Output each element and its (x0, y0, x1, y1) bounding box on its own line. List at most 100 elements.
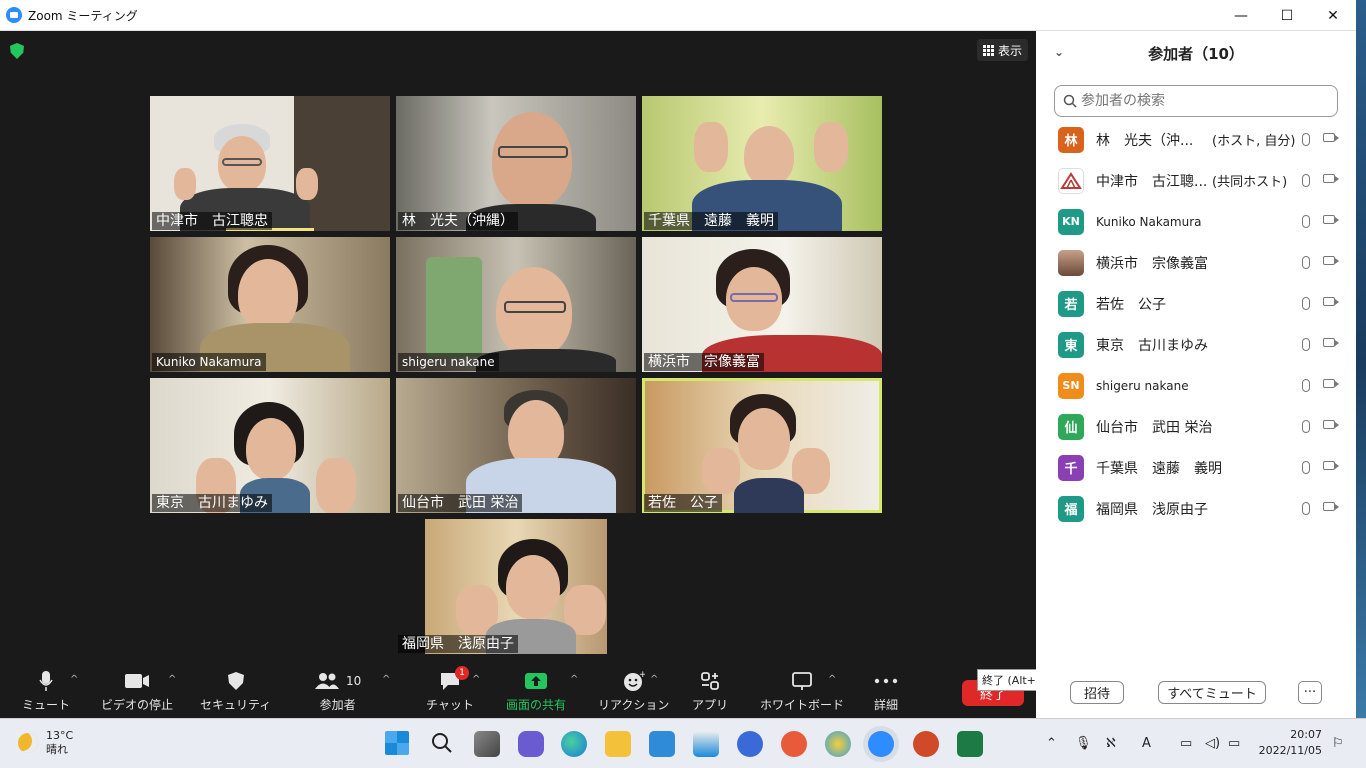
minimize-button[interactable]: — (1218, 0, 1264, 31)
video-camera-icon[interactable] (1323, 502, 1339, 511)
microphone-icon[interactable] (1302, 420, 1310, 433)
whiteboard-options-caret[interactable]: ^ (828, 674, 836, 685)
microphone-icon[interactable]: 🎙 (1075, 736, 1092, 751)
participant-row[interactable]: SN shigeru nakane (1036, 365, 1356, 406)
shield-icon (227, 672, 244, 690)
share-options-caret[interactable]: ^ (570, 674, 578, 685)
chevron-up-icon[interactable]: ⌃ (1046, 736, 1057, 751)
participant-name-label: 福岡県 浅原由子 (398, 635, 518, 653)
avatar: 福 (1058, 495, 1084, 522)
language-icon[interactable]: ℵ (1106, 736, 1116, 751)
excel-icon[interactable] (957, 731, 983, 757)
video-camera-icon[interactable] (1323, 174, 1339, 183)
reactions-options-caret[interactable]: ^ (650, 674, 658, 685)
video-tile[interactable]: Kuniko Nakamura (150, 237, 390, 372)
battery-icon[interactable]: ▭ (1228, 736, 1240, 751)
video-tile[interactable]: 福岡県 浅原由子 (396, 519, 636, 654)
video-tile[interactable]: 千葉県 遠藤 義明 (642, 96, 882, 231)
participant-row[interactable]: 林 林 光夫（沖... (ホスト, 自分) (1036, 119, 1356, 160)
search-icon[interactable] (430, 731, 456, 757)
edge-browser-icon[interactable] (561, 731, 587, 757)
video-tile[interactable]: 中津市 古江聰忠 (150, 96, 390, 231)
microphone-icon[interactable] (1302, 174, 1310, 187)
video-tile[interactable]: 林 光夫（沖縄） (396, 96, 636, 231)
participant-name: Kuniko Nakamura (1096, 214, 1202, 229)
file-explorer-icon[interactable] (605, 731, 631, 757)
video-camera-icon[interactable] (1323, 256, 1339, 265)
start-icon[interactable] (385, 731, 409, 755)
mail-icon[interactable] (649, 731, 675, 757)
more-button[interactable]: 詳細 (874, 668, 898, 713)
volume-icon[interactable]: ◁) (1205, 736, 1220, 751)
video-camera-icon[interactable] (1323, 215, 1339, 224)
security-button[interactable]: セキュリティ (200, 668, 271, 713)
stop-video-button[interactable]: ビデオの停止 (101, 668, 173, 713)
share-screen-button[interactable]: 画面の共有 (506, 668, 566, 713)
network-icon[interactable]: ▭ (1180, 736, 1192, 751)
participant-row[interactable]: 若 若佐 公子 (1036, 283, 1356, 324)
mute-all-button[interactable]: すべてミュート (1158, 681, 1266, 704)
close-button[interactable]: ✕ (1310, 0, 1356, 31)
video-tile[interactable]: 東京 古川まゆみ (150, 378, 390, 513)
microphone-icon[interactable] (1302, 461, 1310, 474)
microphone-icon[interactable] (1302, 338, 1310, 351)
participant-search[interactable] (1054, 85, 1338, 117)
participant-row[interactable]: 東 東京 古川まゆみ (1036, 324, 1356, 365)
participant-row[interactable]: 仙 仙台市 武田 栄治 (1036, 406, 1356, 447)
video-tile-active-speaker[interactable]: 若佐 公子 (642, 378, 882, 513)
apps-button[interactable]: アプリ (692, 668, 728, 713)
video-options-caret[interactable]: ^ (168, 674, 176, 685)
zoom-taskbar-icon[interactable] (868, 731, 894, 757)
video-tile[interactable]: 横浜市 宗像義富 (642, 237, 882, 372)
microsoft-store-icon[interactable] (693, 731, 719, 757)
app-icon[interactable] (781, 731, 807, 757)
video-camera-icon[interactable] (1323, 379, 1339, 388)
paint-icon[interactable] (825, 731, 851, 757)
chat-button[interactable]: 1 チャット (426, 666, 474, 713)
participants-button[interactable]: 10 参加者 (314, 668, 361, 713)
maximize-button[interactable]: ☐ (1264, 0, 1310, 31)
chevron-down-icon[interactable]: ⌄ (1054, 45, 1064, 59)
clock[interactable]: 20:07 2022/11/05 (1259, 727, 1322, 759)
video-camera-icon[interactable] (1323, 461, 1339, 470)
microphone-icon[interactable] (1302, 379, 1310, 392)
microphone-icon[interactable] (1302, 133, 1310, 146)
participant-name: 千葉県 遠藤 義明 (1096, 460, 1222, 477)
participants-options-caret[interactable]: ^ (382, 674, 390, 685)
weather-widget[interactable]: 13°C 晴れ (18, 729, 73, 757)
encryption-shield-icon[interactable] (10, 43, 24, 59)
participant-row[interactable]: KN Kuniko Nakamura (1036, 201, 1356, 242)
view-button[interactable]: 表示 (976, 39, 1028, 61)
participant-row[interactable]: 横浜市 宗像義富 (1036, 242, 1356, 283)
avatar: 仙 (1058, 413, 1084, 440)
reactions-button[interactable]: + リアクション (598, 668, 669, 713)
participant-name: shigeru nakane (1096, 378, 1189, 393)
notification-icon[interactable]: ⚐ (1332, 736, 1344, 751)
chat-options-caret[interactable]: ^ (472, 674, 480, 685)
mute-options-caret[interactable]: ^ (70, 674, 78, 685)
ime-icon[interactable]: A (1142, 736, 1151, 751)
video-tile[interactable]: shigeru nakane (396, 237, 636, 372)
participant-row[interactable]: 中津市 古江聰... (共同ホスト) (1036, 160, 1356, 201)
video-tile[interactable]: 仙台市 武田 栄治 (396, 378, 636, 513)
participant-search-input[interactable] (1081, 93, 1321, 109)
task-view-icon[interactable] (474, 731, 500, 757)
microphone-icon[interactable] (1302, 502, 1310, 515)
microphone-icon[interactable] (1302, 297, 1310, 310)
email-app-icon[interactable] (737, 731, 763, 757)
mute-button[interactable]: ミュート (22, 668, 70, 713)
video-camera-icon[interactable] (1323, 297, 1339, 306)
participant-row[interactable]: 千 千葉県 遠藤 義明 (1036, 447, 1356, 488)
avatar: 林 (1058, 126, 1084, 153)
video-camera-icon[interactable] (1323, 420, 1339, 429)
invite-button[interactable]: 招待 (1070, 681, 1124, 704)
powerpoint-icon[interactable] (913, 731, 939, 757)
microphone-icon[interactable] (1302, 256, 1310, 269)
panel-more-button[interactable]: ··· (1298, 681, 1322, 704)
video-camera-icon[interactable] (1323, 338, 1339, 347)
zoom-logo-icon (6, 7, 22, 23)
microphone-icon[interactable] (1302, 215, 1310, 228)
teams-chat-icon[interactable] (518, 731, 544, 757)
participant-row[interactable]: 福 福岡県 浅原由子 (1036, 488, 1356, 529)
video-camera-icon[interactable] (1323, 133, 1339, 142)
